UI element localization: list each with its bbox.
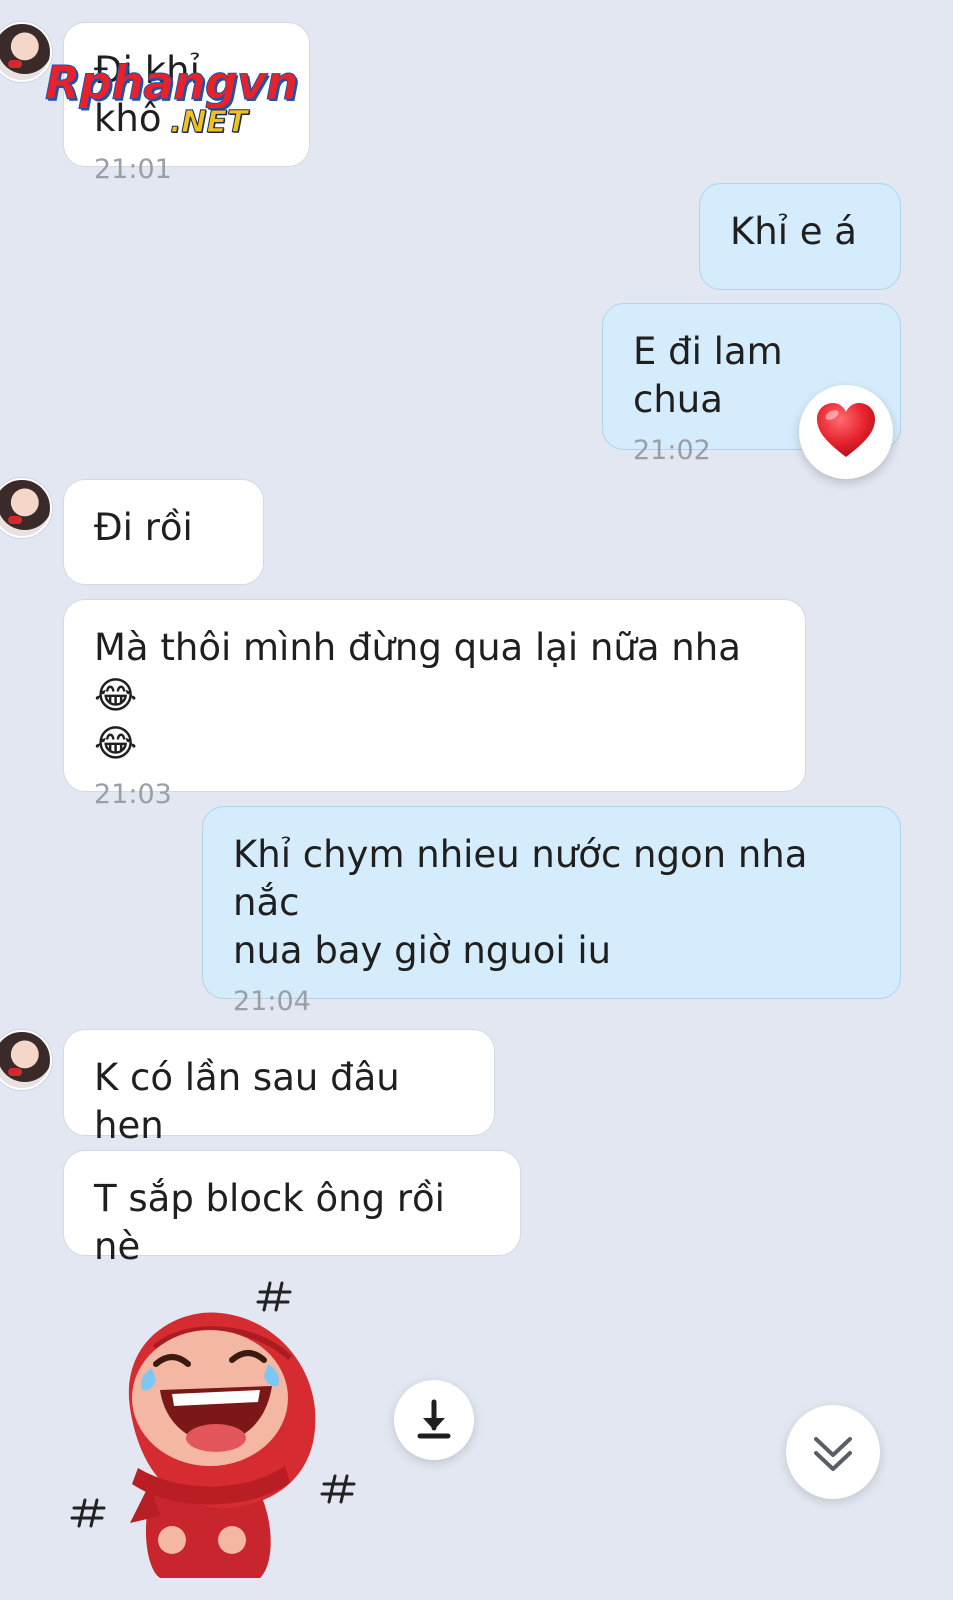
laughing-red-hood-sticker[interactable]	[60, 1278, 380, 1578]
contact-avatar[interactable]	[0, 22, 52, 82]
message-text: K có lần sau đâu hen	[94, 1056, 412, 1147]
sticker-icon	[70, 1281, 356, 1578]
message-bubble-sent[interactable]: Khỉ e á	[699, 183, 901, 290]
message-timestamp: 21:04	[233, 986, 311, 1017]
heart-icon	[817, 403, 875, 457]
message-bubble-sent[interactable]: Khỉ chym nhieu nước ngon nha nắc nua bay…	[202, 806, 901, 1017]
message-text: Khỉ e á	[730, 210, 857, 253]
message-text: Khỉ chym nhieu nước ngon nha nắc nua bay…	[233, 833, 808, 972]
contact-avatar[interactable]	[0, 1030, 52, 1090]
scroll-to-bottom-button[interactable]	[786, 1405, 880, 1499]
message-bubble-received[interactable]: Đi rồi	[63, 479, 264, 585]
message-text: Đi khỉ khô	[94, 49, 212, 140]
contact-avatar[interactable]	[0, 478, 52, 538]
message-bubble-received[interactable]: K có lần sau đâu hen	[63, 1029, 495, 1147]
message-text: T sắp block ông rồi nè	[94, 1177, 457, 1268]
chat-thread: Đi khỉ khô 21:01 Rphangvn .NET Khỉ e á E…	[0, 0, 953, 1600]
message-text: Mà thôi mình đừng qua lại nữa nha 😂 😂	[94, 626, 741, 765]
message-bubble-received[interactable]: T sắp block ông rồi nè	[63, 1150, 521, 1268]
reaction-heart-badge[interactable]	[799, 385, 893, 479]
message-bubble-received[interactable]: Mà thôi mình đừng qua lại nữa nha 😂 😂 21…	[63, 599, 806, 810]
double-chevron-down-icon	[814, 1437, 852, 1471]
download-sticker-button[interactable]	[394, 1380, 474, 1460]
message-timestamp: 21:01	[94, 154, 172, 185]
message-bubble-received[interactable]: Đi khỉ khô 21:01	[63, 22, 310, 185]
message-text: Đi rồi	[94, 506, 193, 549]
download-icon	[417, 1399, 451, 1439]
